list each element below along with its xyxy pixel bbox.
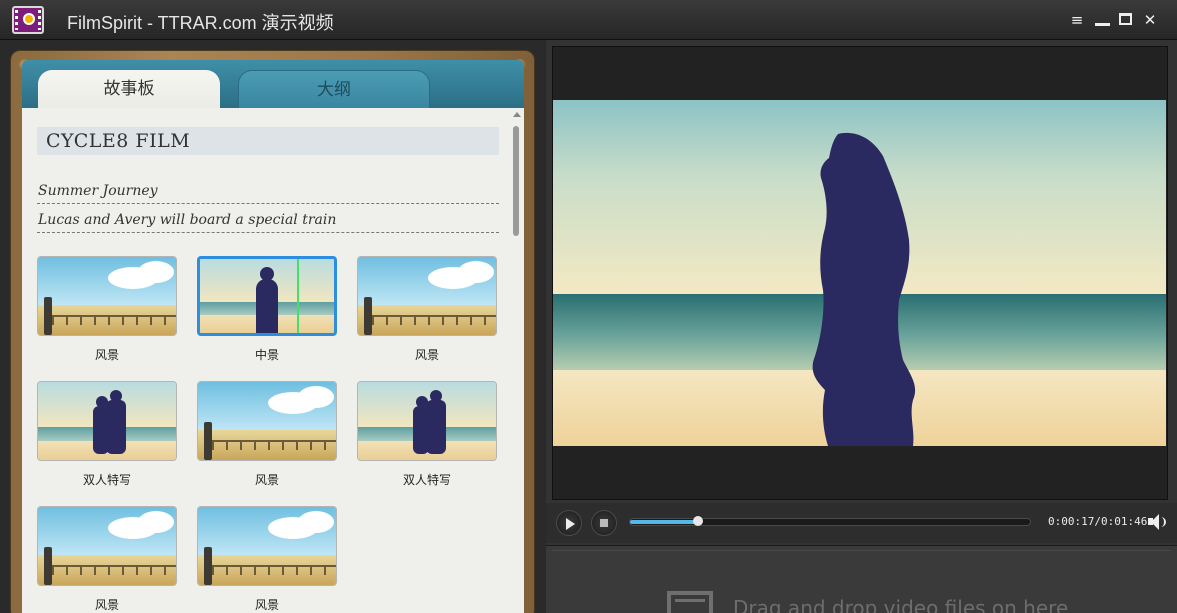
tab-outline[interactable]: 大纲	[238, 70, 430, 108]
stop-icon	[600, 519, 608, 527]
scrollbar-thumb[interactable]	[513, 126, 519, 236]
timeline-playhead	[297, 259, 299, 333]
landscape-thumbnail[interactable]	[37, 506, 177, 586]
seek-handle[interactable]	[693, 516, 703, 526]
stop-button[interactable]	[591, 510, 617, 536]
story-summary-line[interactable]: Lucas and Avery will board a special tra…	[37, 207, 499, 233]
two-person-thumbnail[interactable]	[357, 381, 497, 461]
shot-caption: 风景	[414, 348, 439, 362]
medium-shot-thumbnail[interactable]	[197, 256, 337, 336]
video-frame[interactable]	[553, 100, 1166, 446]
woman-silhouette	[812, 132, 916, 446]
close-button[interactable]: ✕	[1141, 11, 1159, 29]
play-button[interactable]	[556, 510, 582, 536]
minimize-button[interactable]	[1093, 11, 1111, 29]
shot-caption: 中景	[254, 348, 279, 362]
landscape-thumbnail[interactable]	[357, 256, 497, 336]
volume-icon[interactable]	[1148, 513, 1168, 531]
landscape-thumbnail[interactable]	[197, 506, 337, 586]
maximize-button[interactable]	[1117, 11, 1135, 29]
landscape-thumbnail[interactable]	[197, 381, 337, 461]
film-reel-icon[interactable]	[12, 6, 44, 34]
seek-bar[interactable]	[629, 516, 1031, 526]
play-icon	[566, 518, 575, 530]
landscape-thumbnail[interactable]	[37, 256, 177, 336]
shot-caption: 风景	[254, 598, 279, 612]
shot-caption: 风景	[94, 598, 119, 612]
two-person-thumbnail[interactable]	[37, 381, 177, 461]
tab-storyboard[interactable]: 故事板	[38, 70, 220, 108]
menu-download-icon[interactable]: ≡	[1068, 11, 1086, 29]
film-strip-icon	[667, 591, 713, 613]
shot-caption: 风景	[254, 473, 279, 487]
title-bar: FilmSpirit - TTRAR.com 演示视频 ≡ ✕	[0, 0, 1177, 40]
film-title[interactable]: CYCLE8 FILM	[37, 127, 499, 155]
scroll-up-arrow-icon[interactable]	[513, 112, 521, 117]
story-title-line[interactable]: Summer Journey	[37, 178, 499, 204]
window-title: FilmSpirit - TTRAR.com 演示视频	[67, 13, 334, 33]
shot-caption: 双人特写	[82, 473, 131, 487]
shot-caption: 双人特写	[402, 473, 451, 487]
drop-zone-hint: Drag and drop video files on here	[733, 596, 1069, 613]
shot-caption: 风景	[94, 348, 119, 362]
timecode: 0:00:17/0:01:46	[1048, 515, 1148, 528]
seek-bar-fill	[630, 520, 698, 524]
